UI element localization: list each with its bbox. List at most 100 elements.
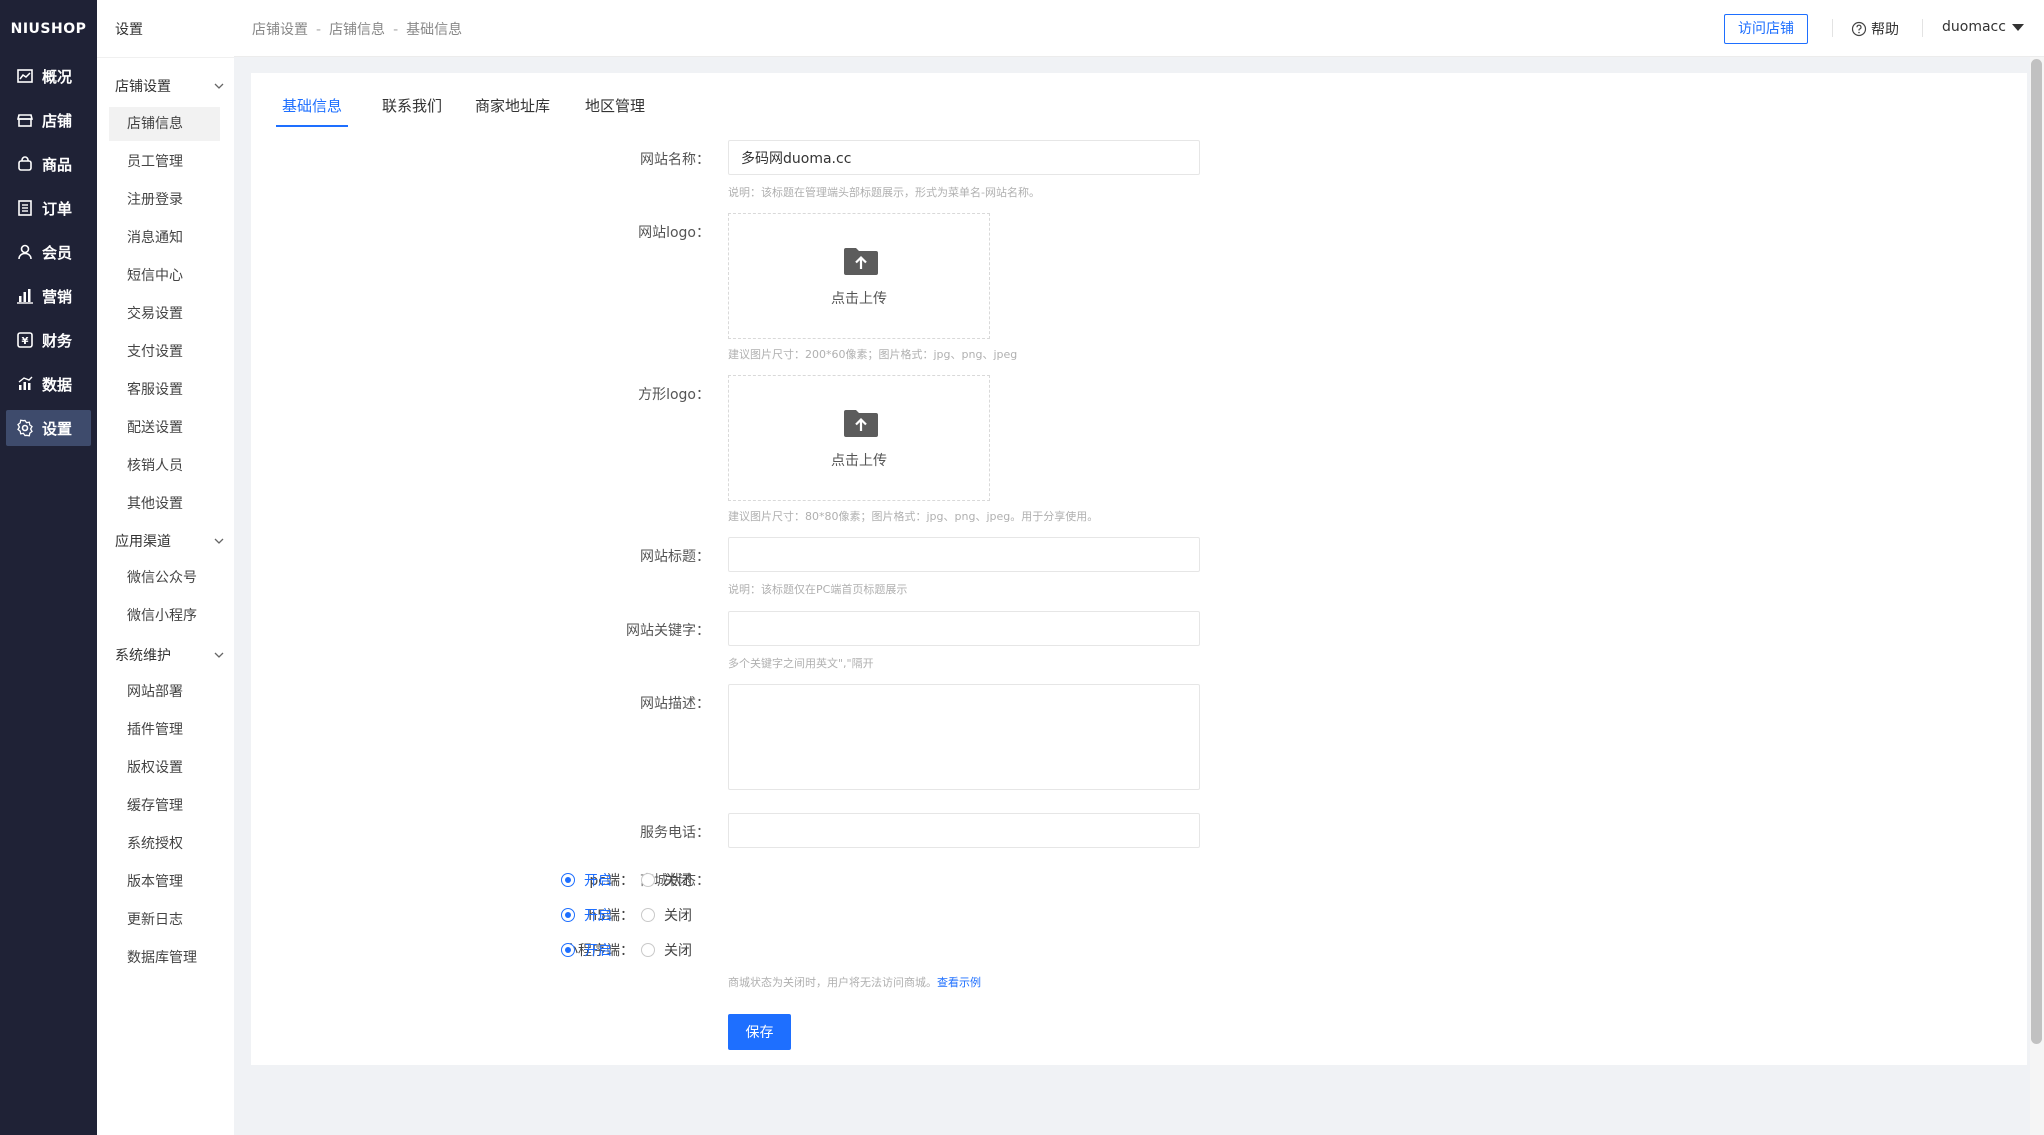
square-logo-upload[interactable]: 点击上传 xyxy=(728,375,990,501)
radio-h5-off[interactable]: 关闭 xyxy=(641,905,692,925)
submenu-group-channel[interactable]: 应用渠道 xyxy=(115,529,225,553)
site-title-label: 网站标题： xyxy=(640,549,710,565)
submenu-link[interactable]: 插件管理 xyxy=(109,713,220,747)
nav-item-label: 会员 xyxy=(42,243,73,262)
divider xyxy=(97,57,234,58)
nav-item-store[interactable]: 店铺 xyxy=(6,102,91,138)
nav-item-marketing[interactable]: 营销 xyxy=(6,278,91,314)
nav-item-overview[interactable]: 概况 xyxy=(6,58,91,94)
status-hint-text: 商城状态为关闭时，用户将无法访问商城。 xyxy=(728,976,937,989)
user-menu[interactable]: duomacc xyxy=(1942,19,2024,35)
keywords-input[interactable] xyxy=(728,611,1200,646)
scrollbar-thumb[interactable] xyxy=(2031,59,2042,1044)
nav-item-label: 设置 xyxy=(42,419,73,438)
gear-icon xyxy=(16,419,34,437)
submenu-link[interactable]: 更新日志 xyxy=(109,903,220,937)
user-icon xyxy=(16,243,34,261)
nav-item-label: 商品 xyxy=(42,155,73,174)
nav-item-settings[interactable]: 设置 xyxy=(6,410,91,446)
submenu-link[interactable]: 店铺信息 xyxy=(109,107,220,141)
phone-label: 服务电话： xyxy=(640,825,710,841)
caret-down-icon xyxy=(2011,23,2024,31)
submenu-link[interactable]: 数据库管理 xyxy=(109,941,220,975)
divider xyxy=(1922,19,1923,37)
radio-miniapp-on[interactable]: 开启 xyxy=(561,940,612,960)
submenu-link[interactable]: 微信公众号 xyxy=(109,561,220,595)
submenu-link[interactable]: 核销人员 xyxy=(109,449,220,483)
top-bar: 店铺设置 - 店铺信息 - 基础信息 访问店铺 帮助 duomacc xyxy=(234,0,2044,57)
submenu-link[interactable]: 配送设置 xyxy=(109,411,220,445)
submenu-link[interactable]: 支付设置 xyxy=(109,335,220,369)
submenu-link[interactable]: 其他设置 xyxy=(109,487,220,521)
radio-pc-off[interactable]: 关闭 xyxy=(641,870,692,890)
breadcrumb-item[interactable]: 店铺信息 xyxy=(329,22,385,38)
nav-item-label: 财务 xyxy=(42,331,73,350)
brand-logo[interactable]: NIUSHOP xyxy=(0,0,97,58)
radio-label: 开启 xyxy=(584,943,612,959)
nav-item-members[interactable]: 会员 xyxy=(6,234,91,270)
username: duomacc xyxy=(1942,19,2006,35)
square-logo-hint: 建议图片尺寸：80*80像素；图片格式：jpg、png、jpeg。用于分享使用。 xyxy=(728,510,1099,523)
breadcrumb-separator: - xyxy=(316,22,322,38)
save-button[interactable]: 保存 xyxy=(728,1014,791,1050)
submenu-title: 设置 xyxy=(115,22,143,38)
visit-store-button[interactable]: 访问店铺 xyxy=(1724,14,1808,44)
nav-item-label: 店铺 xyxy=(42,111,73,130)
submenu-link[interactable]: 缓存管理 xyxy=(109,789,220,823)
submenu-link[interactable]: 系统授权 xyxy=(109,827,220,861)
submenu-link[interactable]: 消息通知 xyxy=(109,221,220,255)
site-title-input[interactable] xyxy=(728,537,1200,572)
submenu-link[interactable]: 版权设置 xyxy=(109,751,220,785)
site-name-input[interactable] xyxy=(728,140,1200,175)
group-label: 应用渠道 xyxy=(115,534,171,550)
breadcrumb-item[interactable]: 店铺设置 xyxy=(252,22,308,38)
submenu-link[interactable]: 网站部署 xyxy=(109,675,220,709)
radio-miniapp-off[interactable]: 关闭 xyxy=(641,940,692,960)
submenu-link[interactable]: 短信中心 xyxy=(109,259,220,293)
radio-h5-on[interactable]: 开启 xyxy=(561,905,612,925)
logo-upload[interactable]: 点击上传 xyxy=(728,213,990,339)
description-textarea[interactable] xyxy=(728,684,1200,790)
nav-item-data[interactable]: 数据 xyxy=(6,366,91,402)
chart-icon xyxy=(16,67,34,85)
radio-dot xyxy=(561,908,575,922)
radio-dot xyxy=(641,873,655,887)
submenu-link[interactable]: 微信小程序 xyxy=(109,599,220,633)
submenu-link[interactable]: 员工管理 xyxy=(109,145,220,179)
tab-region-management[interactable]: 地区管理 xyxy=(585,91,645,129)
nav-item-goods[interactable]: 商品 xyxy=(6,146,91,182)
submenu-link[interactable]: 交易设置 xyxy=(109,297,220,331)
help-link[interactable]: 帮助 xyxy=(1851,19,1899,39)
site-title-hint: 说明：该标题仅在PC端首页标题展示 xyxy=(728,583,908,596)
help-label: 帮助 xyxy=(1871,22,1899,38)
view-example-link[interactable]: 查看示例 xyxy=(937,976,981,989)
submenu-group-system[interactable]: 系统维护 xyxy=(115,643,225,667)
tab-basic-info[interactable]: 基础信息 xyxy=(275,91,349,129)
tab-contact-us[interactable]: 联系我们 xyxy=(382,91,442,129)
phone-input[interactable] xyxy=(728,813,1200,848)
nav-item-orders[interactable]: 订单 xyxy=(6,190,91,226)
divider xyxy=(1832,19,1833,37)
question-circle-icon xyxy=(1851,21,1867,37)
radio-pc-on[interactable]: 开启 xyxy=(561,870,612,890)
submenu-link[interactable]: 注册登录 xyxy=(109,183,220,217)
site-name-hint: 说明：该标题在管理端头部标题展示，形式为菜单名-网站名称。 xyxy=(728,186,1040,199)
nav-item-label: 概况 xyxy=(42,67,73,86)
svg-text:¥: ¥ xyxy=(22,336,29,347)
tab-address-library[interactable]: 商家地址库 xyxy=(475,91,550,129)
store-icon xyxy=(16,111,34,129)
logo-label: 网站logo： xyxy=(638,225,710,241)
yen-icon: ¥ xyxy=(16,331,34,349)
radio-label: 开启 xyxy=(584,873,612,889)
radio-label: 关闭 xyxy=(664,873,692,889)
nav-item-finance[interactable]: ¥ 财务 xyxy=(6,322,91,358)
keywords-label: 网站关键字： xyxy=(626,623,710,639)
group-label: 系统维护 xyxy=(115,648,171,664)
radio-dot xyxy=(561,943,575,957)
submenu-link[interactable]: 版本管理 xyxy=(109,865,220,899)
submenu-group-shop[interactable]: 店铺设置 xyxy=(115,74,225,98)
radio-label: 关闭 xyxy=(664,943,692,959)
submenu-link[interactable]: 客服设置 xyxy=(109,373,220,407)
group-label: 店铺设置 xyxy=(115,79,171,95)
bar-icon xyxy=(16,287,34,305)
